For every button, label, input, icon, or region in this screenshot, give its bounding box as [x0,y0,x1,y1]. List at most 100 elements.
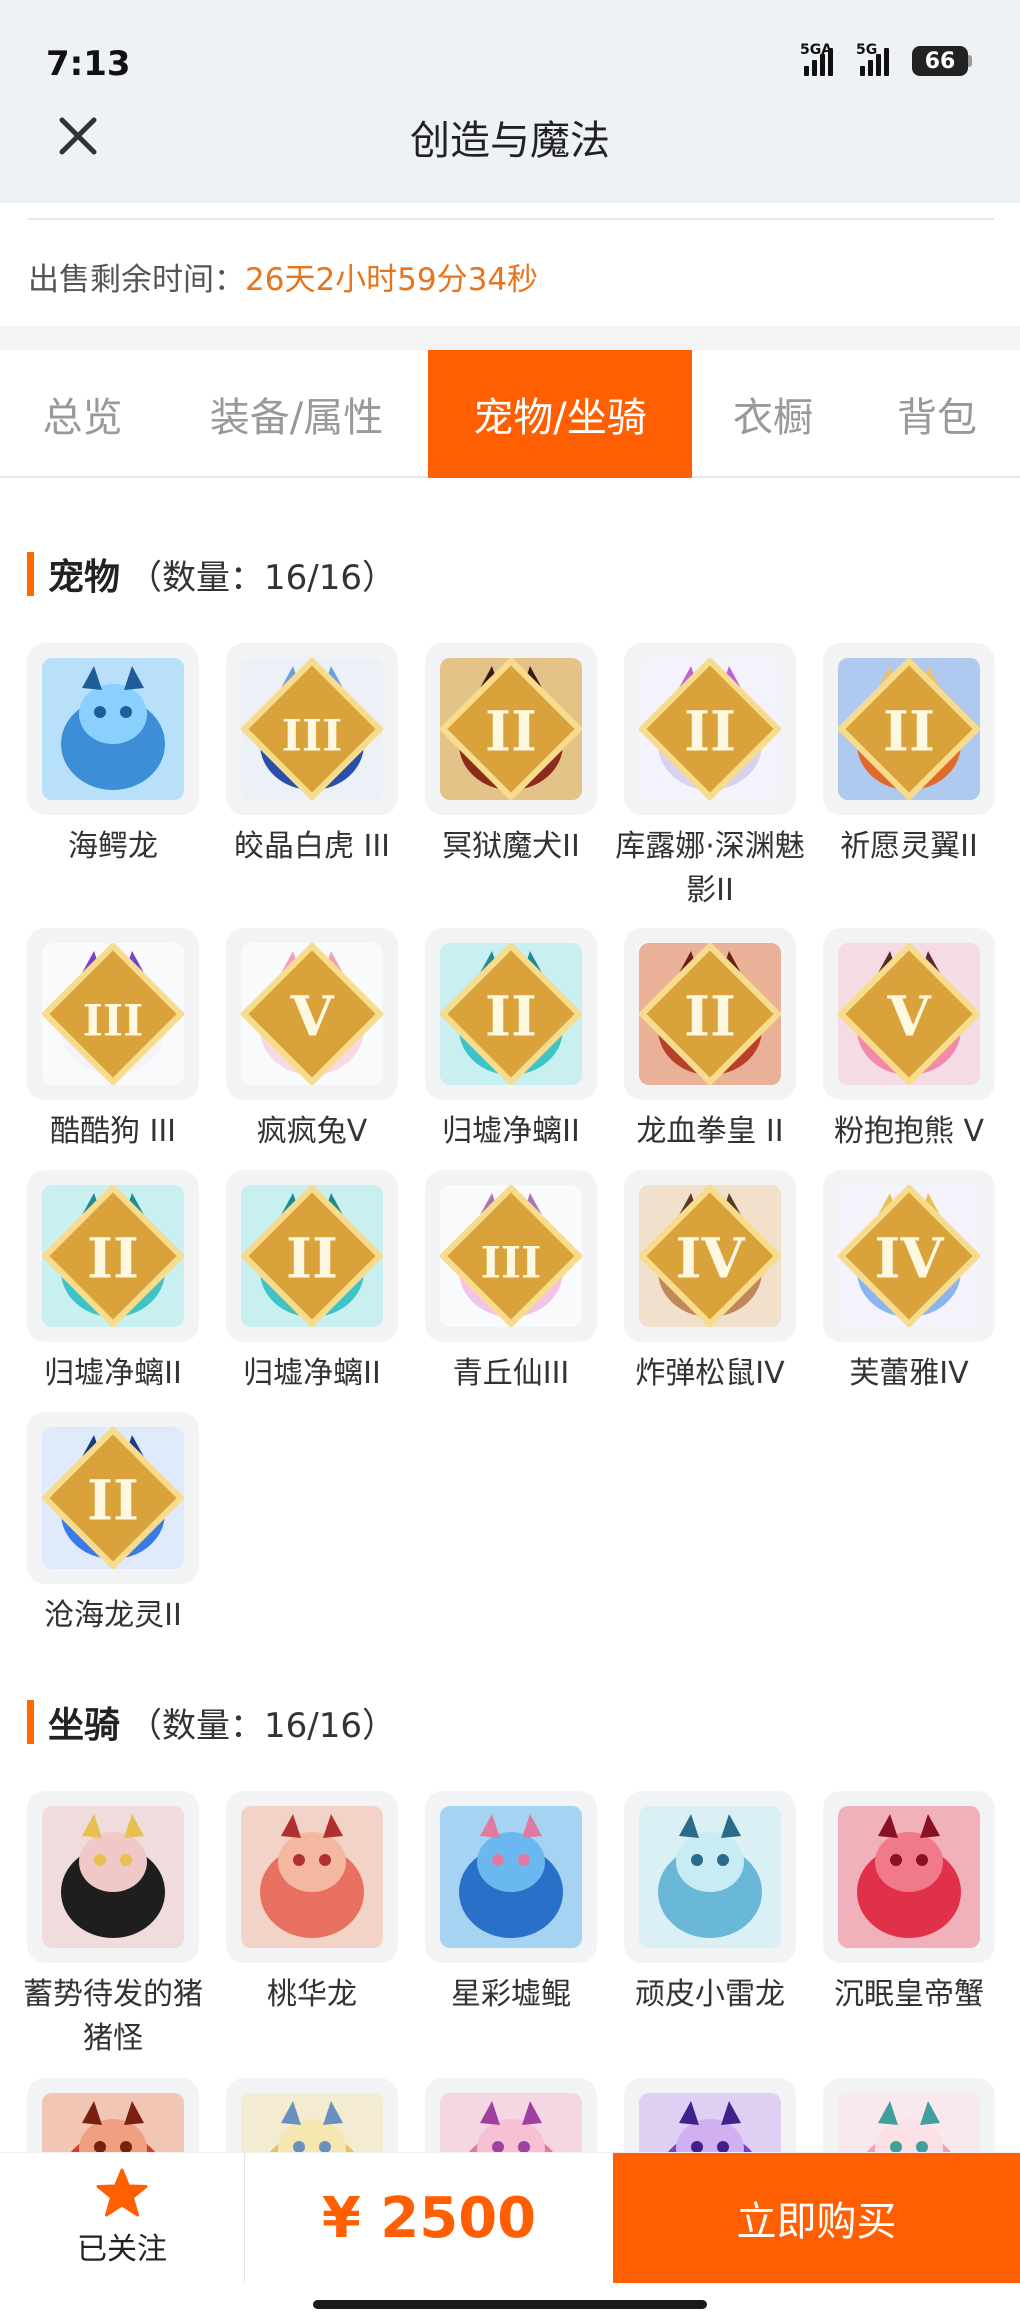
item-thumbnail [624,1791,796,1963]
divider [28,218,994,220]
item-name: 皎晶白虎 III [233,829,391,864]
svg-text:II: II [485,700,537,765]
item-thumbnail [425,1791,597,1963]
mount-item[interactable]: 顽皮小雷龙 [624,1791,796,2017]
pet-item[interactable]: IV 炸弹松鼠IV [624,1170,796,1396]
mounts-section-count: （数量：16/16） [128,1705,396,1746]
star-icon [96,2168,148,2217]
pet-item[interactable]: II 龙血拳皇 II [624,928,796,1154]
tab-pets-mounts[interactable]: 宠物/坐骑 [428,350,692,478]
pet-item[interactable]: II 祈愿灵翼II [823,643,995,869]
item-thumbnail: IV [624,1170,796,1342]
black-pig-icon [42,1806,184,1948]
tier-badge-icon: II [440,943,582,1085]
section-marker [27,552,34,596]
mounts-section-title: 坐骑 [48,1705,121,1746]
svg-text:II: II [286,1227,338,1292]
mount-item[interactable]: 星彩墟鲲 [425,1791,597,2017]
blue-dragon-icon [42,658,184,800]
item-thumbnail: II [823,643,995,815]
sale-remaining-time: 出售剩余时间：26天2小时59分34秒 [28,254,538,299]
item-thumbnail: II [27,1412,199,1584]
tab-backpack[interactable]: 背包 [854,350,1020,478]
tab-bar: 总览 装备/属性 宠物/坐骑 衣橱 背包 [0,350,1020,478]
pet-item[interactable]: II 归墟净螭II [226,1170,398,1396]
item-thumbnail [226,1791,398,1963]
item-name: 海鳄龙 [68,829,158,864]
svg-text:IV: IV [874,1227,944,1292]
item-thumbnail: II [27,1170,199,1342]
mount-item[interactable]: 蓄势待发的猪猪怪 [23,1791,203,2061]
battery-icon: 66 [912,46,972,76]
pet-item[interactable]: V 疯疯兔V [226,928,398,1154]
tab-wardrobe[interactable]: 衣橱 [692,350,854,478]
pet-item[interactable]: 海鳄龙 [27,643,199,869]
tier-badge-icon: II [42,1427,184,1569]
sale-time-value: 26天2小时59分34秒 [245,262,539,298]
svg-text:II: II [87,1227,139,1292]
item-name: 青丘仙III [452,1356,570,1391]
item-thumbnail: II [425,928,597,1100]
svg-text:II: II [87,1469,139,1534]
item-name: 桃华龙 [267,1977,357,2012]
item-name: 归墟净螭II [442,1114,580,1149]
item-thumbnail: II [425,643,597,815]
item-thumbnail: II [226,1170,398,1342]
item-name: 沉眠皇帝蟹 [834,1977,984,2012]
tab-equipment[interactable]: 装备/属性 [165,350,428,478]
svg-text:III: III [83,996,144,1047]
pets-section-header: 宠物 （数量：16/16） [27,552,396,598]
follow-button[interactable]: 已关注 [0,2153,244,2283]
item-thumbnail: V [226,928,398,1100]
item-name: 顽皮小雷龙 [635,1977,785,2012]
item-thumbnail: IV [823,1170,995,1342]
pet-item[interactable]: V 粉抱抱熊 V [823,928,995,1154]
pets-section-title: 宠物 [48,557,121,598]
item-name: 粉抱抱熊 V [833,1114,985,1149]
mount-item[interactable]: 沉眠皇帝蟹 [823,1791,995,2017]
buy-now-button[interactable]: 立即购买 [613,2153,1020,2283]
tier-badge-icon: III [440,1185,582,1327]
svg-text:III: III [481,1238,542,1289]
item-thumbnail: III [27,928,199,1100]
signal-5g-icon: 5G [856,42,898,76]
pet-item[interactable]: II 沧海龙灵II [27,1412,199,1638]
pet-item[interactable]: II 冥狱魔犬II [425,643,597,869]
tier-badge-icon: V [241,943,383,1085]
item-name: 酷酷狗 III [49,1114,177,1149]
page-title: 创造与魔法 [410,118,610,164]
item-name: 归墟净螭II [44,1356,182,1391]
star-whale-icon [440,1806,582,1948]
tier-badge-icon: II [42,1185,184,1327]
sale-time-label: 出售剩余时间： [28,262,245,298]
price: ¥ 2500 [321,2185,537,2251]
tier-badge-icon: II [639,658,781,800]
item-name: 芙蕾雅IV [849,1356,969,1391]
item-name: 炸弹松鼠IV [635,1356,785,1391]
svg-text:V: V [886,985,931,1050]
tab-overview[interactable]: 总览 [0,350,165,478]
home-indicator[interactable] [313,2300,707,2309]
follow-label: 已关注 [77,2232,167,2267]
pets-section-count: （数量：16/16） [128,557,396,598]
pet-item[interactable]: II 库露娜·深渊魅影II [615,643,805,913]
item-thumbnail: III [226,643,398,815]
svg-text:II: II [684,985,736,1050]
pet-item[interactable]: III 皎晶白虎 III [226,643,398,869]
pet-item[interactable]: II 归墟净螭II [425,928,597,1154]
signal-5ga-icon: 5GA [800,42,842,76]
item-name: 冥狱魔犬II [442,829,580,864]
emperor-crab-icon [838,1806,980,1948]
item-name: 祈愿灵翼II [840,829,978,864]
pet-item[interactable]: II 归墟净螭II [27,1170,199,1396]
svg-text:II: II [485,985,537,1050]
svg-text:II: II [883,700,935,765]
item-thumbnail: II [624,928,796,1100]
pet-item[interactable]: III 酷酷狗 III [27,928,199,1154]
pet-item[interactable]: IV 芙蕾雅IV [823,1170,995,1396]
section-gap [0,326,1020,350]
pet-item[interactable]: III 青丘仙III [425,1170,597,1396]
mount-item[interactable]: 桃华龙 [226,1791,398,2017]
tier-badge-icon: II [838,658,980,800]
item-name: 库露娜·深渊魅影II [615,829,805,908]
